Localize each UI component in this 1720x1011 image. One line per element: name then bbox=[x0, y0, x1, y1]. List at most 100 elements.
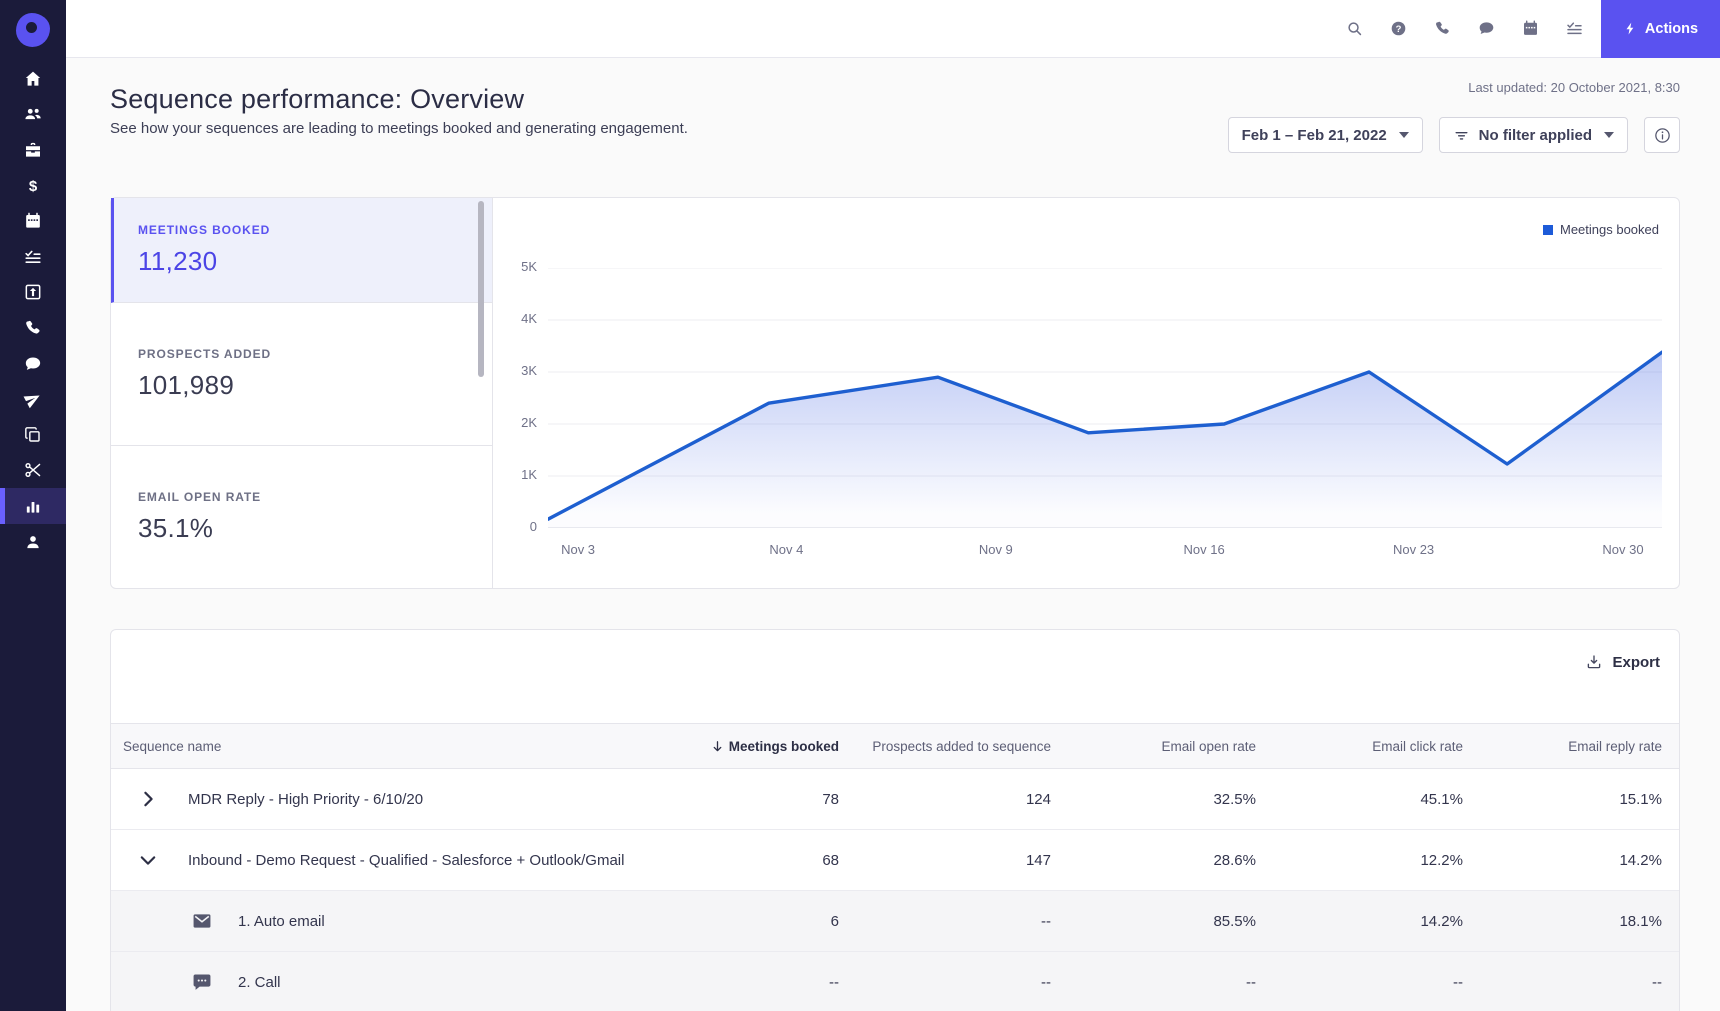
column-header-meetings-booked[interactable]: Meetings booked bbox=[629, 739, 839, 754]
filter-icon bbox=[1453, 127, 1470, 144]
main-content: Sequence performance: Overview See how y… bbox=[66, 58, 1720, 1011]
value-cell: 6 bbox=[830, 912, 839, 930]
chevron-down-icon[interactable] bbox=[136, 848, 160, 872]
export-button[interactable]: Export bbox=[1585, 653, 1660, 671]
chevron-down-icon bbox=[1604, 132, 1614, 138]
briefcase-icon bbox=[23, 140, 43, 160]
filter-label: No filter applied bbox=[1478, 126, 1592, 144]
x-axis-tick: Nov 30 bbox=[1602, 542, 1644, 557]
help-icon[interactable]: ? bbox=[1389, 19, 1408, 38]
chart-icon bbox=[23, 496, 43, 516]
tasks-icon[interactable] bbox=[1565, 19, 1584, 38]
y-axis-tick: 4K bbox=[521, 311, 537, 326]
x-axis-tick: Nov 9 bbox=[978, 542, 1013, 557]
legend-swatch bbox=[1542, 224, 1553, 235]
users-icon bbox=[23, 104, 43, 124]
value-cell: -- bbox=[1652, 973, 1662, 991]
home-icon bbox=[23, 69, 43, 89]
value-cell: -- bbox=[1453, 973, 1463, 991]
sidebar-item-prospects[interactable] bbox=[0, 97, 66, 133]
sequence-name-cell: MDR Reply - High Priority - 6/10/20 bbox=[123, 787, 629, 811]
sidebar-item-outbox[interactable] bbox=[0, 275, 66, 311]
copy-icon bbox=[23, 425, 43, 445]
sequence-row[interactable]: Inbound - Demo Request - Qualified - Sal… bbox=[111, 830, 1679, 891]
metric-label: MEETINGS BOOKED bbox=[138, 223, 271, 238]
sequence-name: Inbound - Demo Request - Qualified - Sal… bbox=[188, 851, 629, 869]
chart-legend: Meetings booked bbox=[1542, 222, 1659, 237]
topbar: ? Actions bbox=[66, 0, 1720, 58]
sequence-row[interactable]: MDR Reply - High Priority - 6/10/20 78 124… bbox=[111, 769, 1679, 830]
sequence-table-card: Export Sequence name Meetings booked Prosp… bbox=[110, 629, 1680, 1011]
chevron-right-icon[interactable] bbox=[136, 787, 160, 811]
outreach-logo[interactable] bbox=[0, 0, 66, 60]
metric-card-meetings-booked[interactable]: MEETINGS BOOKED 11,230 bbox=[111, 198, 492, 304]
chart-plot-area bbox=[548, 268, 1662, 528]
sidebar-item-snippets[interactable] bbox=[0, 453, 66, 489]
sort-descending-icon bbox=[710, 739, 725, 754]
column-header-email-open-rate[interactable]: Email open rate bbox=[1051, 739, 1256, 754]
sequence-step-row[interactable]: 1. Auto email 6 -- 85.5% 14.2% 18.1% bbox=[111, 891, 1679, 952]
sidebar-item-profile[interactable] bbox=[0, 524, 66, 560]
sidebar-item-conversations[interactable] bbox=[0, 346, 66, 382]
legend-label: Meetings booked bbox=[1559, 222, 1659, 237]
value-cell: -- bbox=[1246, 973, 1256, 991]
value-cell: 28.6% bbox=[1213, 851, 1256, 869]
phone-icon[interactable] bbox=[1433, 19, 1452, 38]
metric-value: 101,989 bbox=[138, 370, 235, 401]
column-header-email-reply-rate[interactable]: Email reply rate bbox=[1463, 739, 1662, 754]
topbar-icons: ? bbox=[1345, 19, 1584, 38]
sidebar-item-accounts[interactable] bbox=[0, 132, 66, 168]
download-icon bbox=[1585, 653, 1603, 671]
column-header-sequence-name[interactable]: Sequence name bbox=[123, 739, 629, 754]
tasks-icon bbox=[23, 247, 43, 267]
sequence-step-row[interactable]: 2. Call -- -- -- -- -- bbox=[111, 952, 1679, 1011]
value-cell: 18.1% bbox=[1619, 912, 1662, 930]
metric-card-prospects-added[interactable]: PROSPECTS ADDED 101,989 bbox=[111, 303, 492, 446]
sidebar-item-home[interactable] bbox=[0, 61, 66, 97]
chat-icon[interactable] bbox=[1477, 19, 1496, 38]
y-axis-tick: 5K bbox=[521, 259, 537, 274]
sidebar-item-tasks[interactable] bbox=[0, 239, 66, 275]
date-range-label: Feb 1 – Feb 21, 2022 bbox=[1241, 126, 1387, 144]
page-subtitle: See how your sequences are leading to me… bbox=[110, 120, 688, 137]
y-axis-tick: 2K bbox=[521, 415, 537, 430]
value-cell: 147 bbox=[1025, 851, 1051, 869]
x-axis-tick: Nov 4 bbox=[769, 542, 804, 557]
sidebar-item-opportunities[interactable]: $ bbox=[0, 168, 66, 204]
search-icon[interactable] bbox=[1345, 19, 1364, 38]
info-button[interactable] bbox=[1644, 117, 1680, 153]
column-header-prospects-added-to-sequence[interactable]: Prospects added to sequence bbox=[839, 739, 1051, 754]
sidebar-item-reports[interactable] bbox=[0, 488, 66, 524]
value-cell: 45.1% bbox=[1420, 790, 1463, 808]
export-button-label: Export bbox=[1612, 653, 1660, 671]
value-cell: 124 bbox=[1025, 790, 1051, 808]
sidebar-item-templates[interactable] bbox=[0, 417, 66, 453]
value-cell: -- bbox=[1041, 973, 1051, 991]
metrics-scrollbar[interactable] bbox=[478, 201, 484, 377]
email-step-icon bbox=[191, 910, 213, 932]
calendar-icon[interactable] bbox=[1521, 19, 1540, 38]
metric-card-email-open-rate[interactable]: EMAIL OPEN RATE 35.1% bbox=[111, 446, 492, 588]
header-controls: Feb 1 – Feb 21, 2022 No filter applied bbox=[1227, 117, 1680, 153]
value-cell: 68 bbox=[822, 851, 839, 869]
sidebar-item-sequences[interactable] bbox=[0, 381, 66, 417]
value-cell: 32.5% bbox=[1213, 790, 1256, 808]
phone-icon bbox=[23, 318, 43, 338]
chevron-down-icon bbox=[1398, 132, 1409, 138]
y-axis-tick: 1K bbox=[521, 467, 537, 482]
filter-button[interactable]: No filter applied bbox=[1438, 117, 1628, 153]
sidebar-item-meetings[interactable] bbox=[0, 203, 66, 239]
metric-value: 35.1% bbox=[138, 512, 214, 543]
x-axis-tick: Nov 23 bbox=[1392, 542, 1435, 557]
chat-icon bbox=[23, 354, 43, 374]
sequence-name-cell: 2. Call bbox=[123, 971, 629, 993]
sidebar-item-calls[interactable] bbox=[0, 310, 66, 346]
step-name: 1. Auto email bbox=[238, 912, 325, 930]
sequence-name-cell: Inbound - Demo Request - Qualified - Sal… bbox=[123, 848, 629, 872]
value-cell: 14.2% bbox=[1619, 851, 1662, 869]
column-header-email-click-rate[interactable]: Email click rate bbox=[1256, 739, 1463, 754]
y-axis-tick: 3K bbox=[521, 363, 537, 378]
actions-button[interactable]: Actions bbox=[1601, 0, 1720, 58]
meetings-booked-chart: Meetings booked 0 1K 2K 3K 4K 5K Nov 3 Nov 4 Nov… bbox=[493, 198, 1679, 588]
date-range-button[interactable]: Feb 1 – Feb 21, 2022 bbox=[1227, 117, 1423, 153]
